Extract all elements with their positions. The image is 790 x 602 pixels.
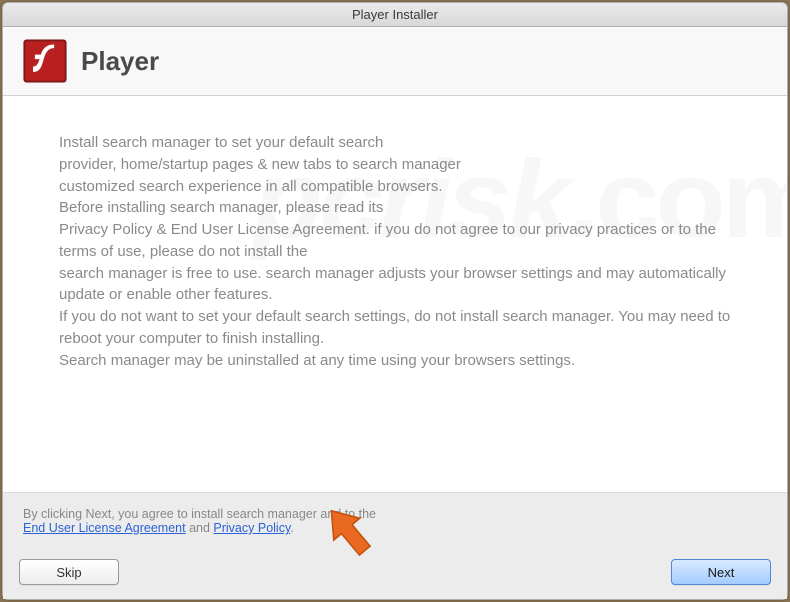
button-bar: Skip Next	[3, 549, 787, 599]
window-titlebar: Player Installer	[3, 3, 787, 27]
installer-body-text: Install search manager to set your defau…	[59, 132, 731, 371]
footer-endtext: .	[290, 521, 293, 535]
agreement-footer: By clicking Next, you agree to install s…	[3, 492, 787, 549]
footer-midtext: and	[186, 521, 214, 535]
installer-window: Player Installer Player pcrisk.com Insta…	[2, 2, 788, 600]
content-area: pcrisk.com Install search manager to set…	[3, 96, 787, 492]
skip-button[interactable]: Skip	[19, 559, 119, 585]
footer-pretext: By clicking Next, you agree to install s…	[23, 507, 376, 521]
window-title: Player Installer	[352, 7, 438, 22]
header-bar: Player	[3, 27, 787, 96]
privacy-policy-link[interactable]: Privacy Policy	[213, 521, 290, 535]
flash-player-icon	[23, 39, 67, 83]
next-button[interactable]: Next	[671, 559, 771, 585]
eula-link[interactable]: End User License Agreement	[23, 521, 186, 535]
app-title: Player	[81, 46, 159, 77]
